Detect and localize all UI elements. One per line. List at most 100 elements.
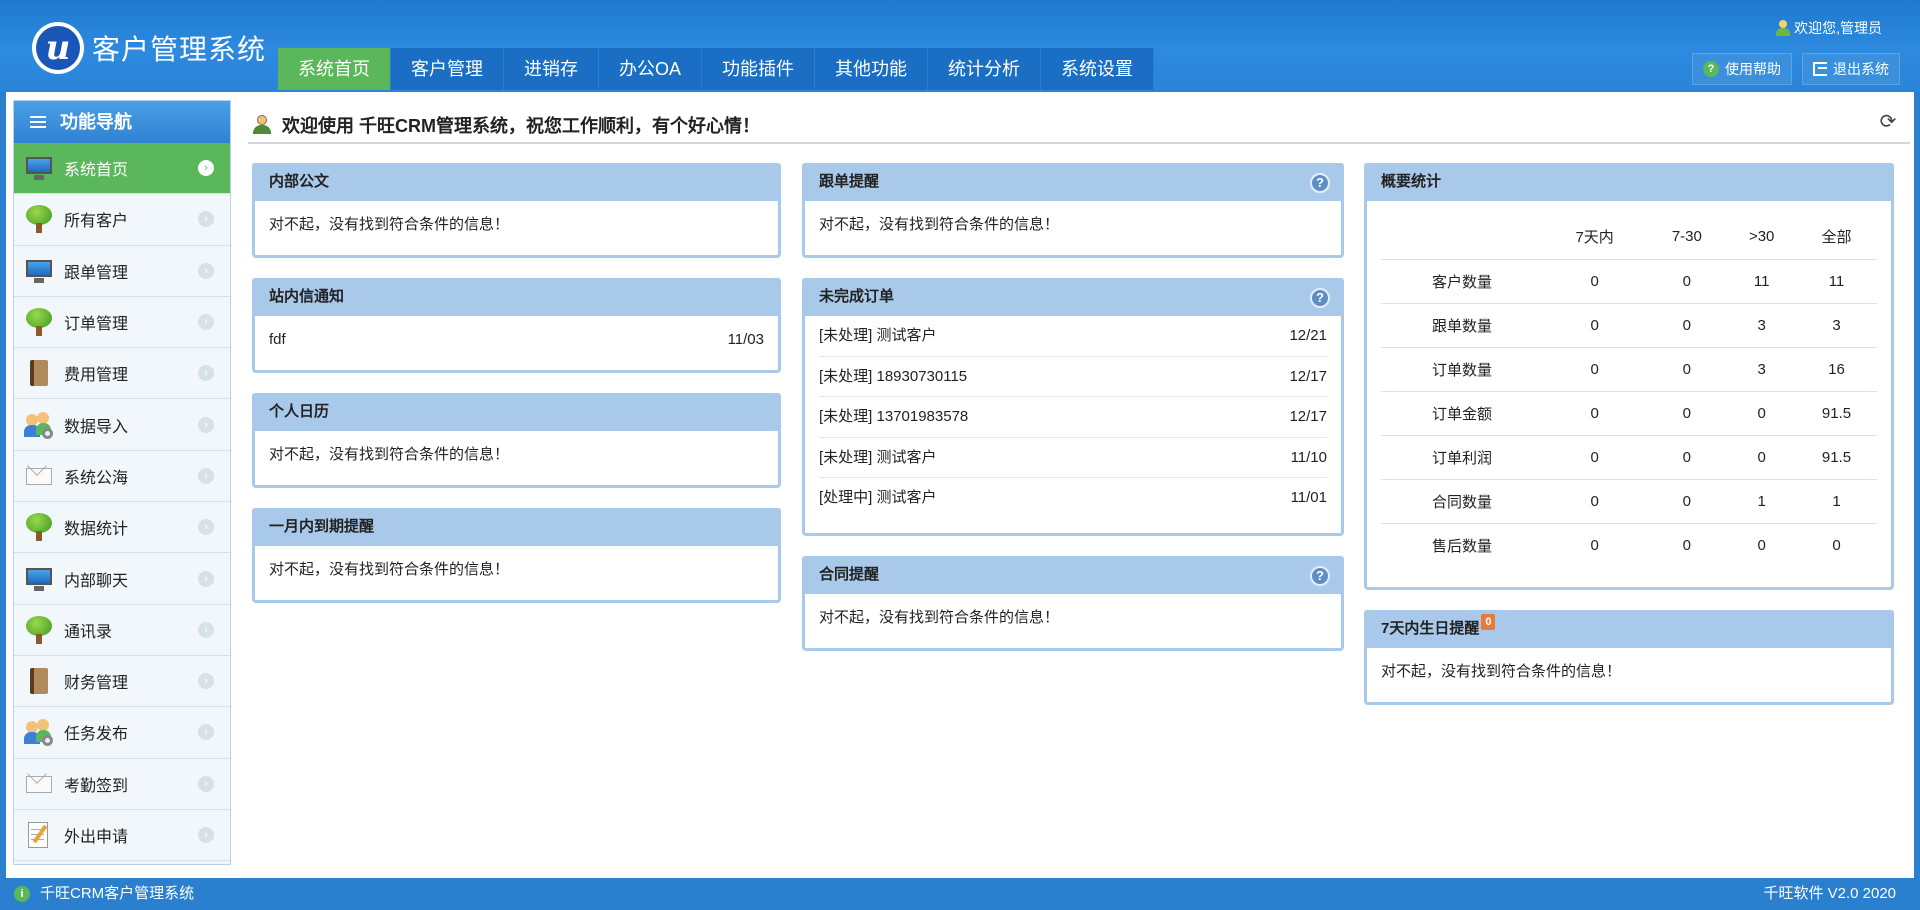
help-icon[interactable]: ? bbox=[1310, 288, 1330, 308]
sidebar-item-label: 系统首页 bbox=[64, 162, 129, 180]
sidebar-item-home[interactable]: 系统首页 › bbox=[14, 143, 230, 195]
sidebar-item-label: 考勤签到 bbox=[64, 777, 129, 795]
table-cell: 0 bbox=[1646, 391, 1728, 436]
table-cell: 订单金额 bbox=[1381, 391, 1543, 436]
sidebar-item-all-customers[interactable]: 所有客户 › bbox=[14, 194, 230, 246]
chevron-right-icon: › bbox=[198, 467, 214, 484]
empty-message: 对不起，没有找到符合条件的信息！ bbox=[819, 609, 1060, 626]
help-icon: ? bbox=[1703, 61, 1719, 77]
help-label: 使用帮助 bbox=[1725, 61, 1781, 77]
topnav-oa[interactable]: 办公OA bbox=[599, 48, 703, 90]
table-cell: 订单利润 bbox=[1381, 435, 1543, 480]
logout-button[interactable]: 退出系统 bbox=[1802, 53, 1900, 85]
panel-internal-docs: 内部公文 对不起，没有找到符合条件的信息！ bbox=[252, 163, 781, 258]
person-icon bbox=[252, 115, 272, 135]
refresh-icon[interactable]: ⟳ bbox=[1878, 112, 1898, 132]
table-cell: 售后数量 bbox=[1431, 537, 1492, 555]
table-cell: 91.5 bbox=[1796, 391, 1877, 436]
list-item[interactable]: [未处理] 测试客户 11/10 bbox=[819, 438, 1327, 479]
topnav-inventory[interactable]: 进销存 bbox=[504, 48, 599, 90]
logout-label: 退出系统 bbox=[1833, 61, 1889, 77]
stats-table: 7天内 7-30 >30 全部 客户数量 0 0 11 11 跟单数量 0 0 … bbox=[1381, 215, 1877, 567]
sidebar-item-label: 内部聊天 bbox=[64, 572, 129, 590]
table-cell: 0 bbox=[1646, 259, 1728, 304]
envelope-icon bbox=[24, 456, 54, 491]
list-item[interactable]: [未处理] 测试客户 12/21 bbox=[819, 316, 1327, 357]
sidebar-item-expenses[interactable]: 费用管理 › bbox=[14, 348, 230, 400]
sidebar-item-tasks[interactable]: 任务发布 › bbox=[14, 707, 230, 759]
sidebar-item-outing[interactable]: 外出申请 › bbox=[14, 809, 230, 862]
sidebar-item-data-stats[interactable]: 数据统计 › bbox=[14, 502, 230, 554]
help-button[interactable]: ? 使用帮助 bbox=[1692, 53, 1792, 85]
table-cell: 合同数量 bbox=[1381, 479, 1543, 524]
sidebar-item-label: 费用管理 bbox=[64, 367, 129, 385]
sidebar: 功能导航 系统首页 › 所有客户 › 跟单管理 › 订单管理 › 费用管理 › … bbox=[13, 100, 231, 865]
table-cell: 0 bbox=[1727, 435, 1796, 480]
topnav-plugins[interactable]: 功能插件 bbox=[702, 48, 816, 90]
tree-icon bbox=[24, 512, 54, 542]
topnav-customers[interactable]: 客户管理 bbox=[391, 48, 504, 90]
list-item[interactable]: [未处理] 18930730115 12/17 bbox=[819, 357, 1327, 398]
panel-title: 合同提醒 bbox=[819, 566, 880, 583]
book-icon bbox=[24, 666, 54, 696]
table-cell: 1 bbox=[1727, 479, 1796, 524]
help-icon[interactable]: ? bbox=[1310, 566, 1330, 586]
list-item-date: 11/10 bbox=[1290, 448, 1327, 466]
table-cell: 11 bbox=[1727, 259, 1796, 304]
sidebar-item-contacts[interactable]: 通讯录 › bbox=[14, 604, 230, 656]
count-badge: 0 bbox=[1481, 614, 1496, 630]
table-cell: 0 bbox=[1646, 347, 1728, 392]
panel-unfinished-orders: 未完成订单 ? [未处理] 测试客户 12/21 [未处理] 189307301… bbox=[802, 278, 1344, 536]
table-cell: 0 bbox=[1542, 479, 1647, 524]
table-header: 7天内 bbox=[1542, 215, 1647, 260]
welcome-user: 欢迎您,管理员 bbox=[1776, 18, 1882, 38]
list-item[interactable]: [处理中] 测试客户 11/01 bbox=[819, 478, 1327, 519]
page-title: 欢迎使用 千旺CRM管理系统，祝您工作顺利，有个好心情！ bbox=[252, 112, 760, 138]
table-header: 全部 bbox=[1796, 215, 1877, 260]
table-cell: 3 bbox=[1727, 303, 1796, 348]
chevron-right-icon: › bbox=[198, 673, 214, 690]
table-cell: 0 bbox=[1542, 303, 1647, 348]
panel-expiry: 一月内到期提醒 对不起，没有找到符合条件的信息！ bbox=[252, 508, 781, 603]
table-cell: 0 bbox=[1646, 435, 1728, 480]
monitor-icon bbox=[24, 564, 54, 594]
panel-title: 个人日历 bbox=[252, 393, 781, 431]
sidebar-item-finance[interactable]: 财务管理 › bbox=[14, 655, 230, 708]
list-item[interactable]: fdf 11/03 bbox=[269, 316, 764, 364]
topnav-other[interactable]: 其他功能 bbox=[815, 48, 929, 90]
users-gear-icon bbox=[24, 410, 54, 440]
sidebar-item-chat[interactable]: 内部聊天 › bbox=[14, 553, 230, 605]
topnav-home[interactable]: 系统首页 bbox=[278, 48, 391, 90]
chevron-right-icon: › bbox=[198, 775, 214, 792]
chevron-right-icon: › bbox=[198, 570, 214, 587]
table-cell: 0 bbox=[1682, 536, 1691, 554]
list-item-text: [处理中] 测试客户 bbox=[819, 489, 937, 507]
topnav-statistics[interactable]: 统计分析 bbox=[928, 48, 1042, 90]
table-cell: 0 bbox=[1727, 391, 1796, 436]
chevron-right-icon: › bbox=[198, 724, 214, 741]
chevron-right-icon: › bbox=[198, 314, 214, 331]
sidebar-item-attendance[interactable]: 考勤签到 › bbox=[14, 758, 230, 810]
topnav-settings[interactable]: 系统设置 bbox=[1041, 48, 1155, 90]
sidebar-item-orders[interactable]: 订单管理 › bbox=[14, 296, 230, 349]
panel-header: 7天内生日提醒 0 bbox=[1364, 610, 1894, 648]
sidebar-item-followup[interactable]: 跟单管理 › bbox=[14, 245, 230, 297]
content-header: 欢迎使用 千旺CRM管理系统，祝您工作顺利，有个好心情！ ⟳ bbox=[248, 100, 1910, 144]
table-row: 跟单数量 0 0 3 3 bbox=[1381, 303, 1877, 348]
sidebar-item-data-import[interactable]: 数据导入 › bbox=[14, 399, 230, 451]
panel-title: 一月内到期提醒 bbox=[252, 508, 781, 546]
table-cell: 客户数量 bbox=[1381, 259, 1543, 304]
table-cell: 3 bbox=[1727, 347, 1796, 392]
users-gear-icon bbox=[24, 717, 54, 747]
list-item-date: 12/21 bbox=[1289, 327, 1327, 344]
help-icon[interactable]: ? bbox=[1310, 173, 1330, 193]
list-item[interactable]: [未处理] 13701983578 12/17 bbox=[819, 397, 1327, 438]
table-header: >30 bbox=[1727, 215, 1796, 260]
table-cell: 0 bbox=[1542, 259, 1647, 304]
panel-calendar: 个人日历 对不起，没有找到符合条件的信息！ bbox=[252, 393, 781, 488]
table-row: 订单金额 0 0 0 91.5 bbox=[1381, 391, 1877, 436]
list-item-date: 11/01 bbox=[1290, 489, 1327, 507]
chevron-right-icon: › bbox=[198, 827, 214, 843]
sidebar-item-public-pool[interactable]: 系统公海 › bbox=[14, 450, 230, 503]
table-header: 7-30 bbox=[1646, 215, 1728, 260]
